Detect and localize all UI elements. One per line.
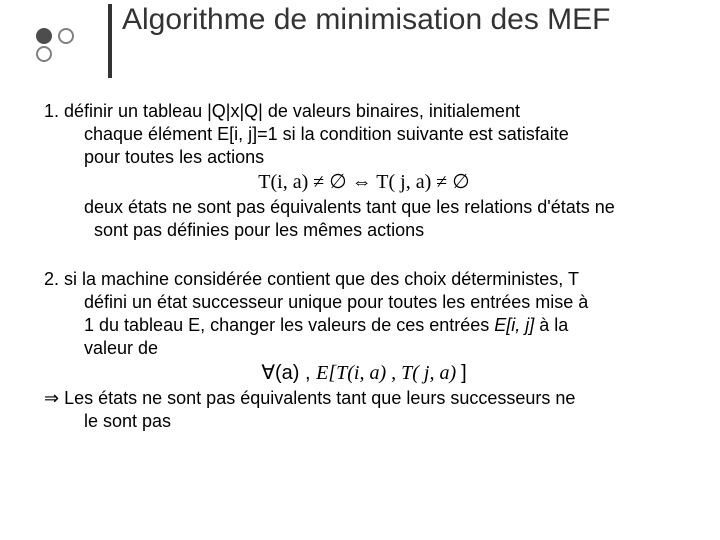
slide-body: 1. définir un tableau |Q|x|Q| de valeurs… [44, 100, 684, 449]
step-1-expl2: sont pas définies pour les mêmes actions [94, 220, 424, 240]
step-2-lead: 2. si la machine considérée contient que… [44, 269, 579, 289]
step-2-line4: valeur de [84, 338, 158, 358]
step-2-line2: défini un état successeur unique pour to… [84, 292, 588, 312]
step-2-conclusion: ⇒ Les états ne sont pas équivalents tant… [44, 387, 684, 433]
step-2: 2. si la machine considérée contient que… [44, 268, 684, 433]
bullet-ring-icon [36, 46, 52, 62]
step-1-line3: pour toutes les actions [84, 147, 264, 167]
step-2-line3: 1 du tableau E, changer les valeurs de c… [84, 315, 568, 335]
bullet-ring-icon [58, 28, 74, 44]
step-1-formula: T(i, a) ≠ ∅ ⇔ T( j, a) ≠ ∅ [44, 171, 684, 194]
step-2-formula: ∀(a) , E[T(i, a) , T( j, a) ] [44, 362, 684, 385]
step-1-lead: 1. définir un tableau |Q|x|Q| de valeurs… [44, 101, 520, 121]
slide-title: Algorithme de minimisation des MEF [122, 2, 682, 38]
step-1-line2: chaque élément E[i, j]=1 si la condition… [84, 124, 569, 144]
step-1-expl1: deux états ne sont pas équivalents tant … [84, 197, 615, 217]
decorative-bullets [36, 27, 96, 63]
bullet-dot-icon [36, 28, 52, 44]
title-vertical-rule [108, 4, 112, 78]
implies-icon: ⇒ [44, 388, 64, 408]
step-1: 1. définir un tableau |Q|x|Q| de valeurs… [44, 100, 684, 242]
